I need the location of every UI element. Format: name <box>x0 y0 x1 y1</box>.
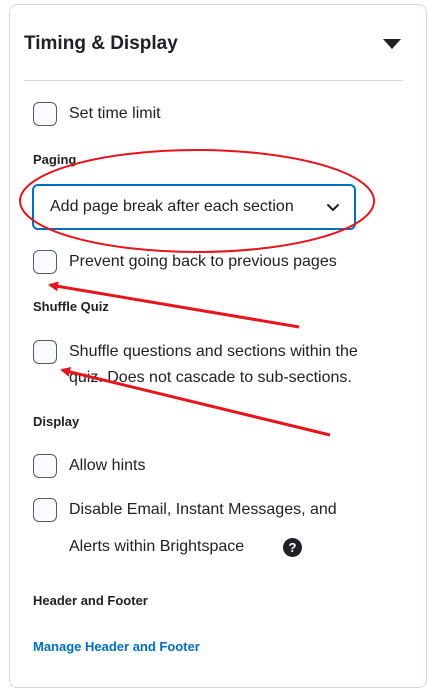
shuffle-questions-label-line1: Shuffle questions and sections within th… <box>69 343 358 360</box>
help-icon[interactable]: ? <box>283 538 302 557</box>
set-time-limit-checkbox[interactable] <box>33 102 57 126</box>
set-time-limit-label: Set time limit <box>69 105 161 122</box>
disable-email-label-line1: Disable Email, Instant Messages, and <box>69 501 337 518</box>
header-footer-section-label: Header and Footer <box>33 593 148 608</box>
shuffle-questions-checkbox[interactable] <box>33 340 57 364</box>
manage-header-footer-link[interactable]: Manage Header and Footer <box>33 639 200 654</box>
panel-title: Timing & Display <box>24 33 178 54</box>
disable-email-checkbox[interactable] <box>33 498 57 522</box>
allow-hints-label: Allow hints <box>69 457 146 474</box>
shuffle-quiz-section-label: Shuffle Quiz <box>33 299 109 314</box>
page-break-select-value: Add page break after each section <box>50 198 294 215</box>
paging-section-label: Paging <box>33 152 77 167</box>
chevron-down-icon <box>327 204 339 211</box>
divider <box>24 80 403 81</box>
page-break-select[interactable]: Add page break after each section <box>32 184 356 230</box>
prevent-going-back-checkbox[interactable] <box>33 250 57 274</box>
prevent-going-back-label: Prevent going back to previous pages <box>69 253 337 270</box>
shuffle-questions-label-line2: quiz. Does not cascade to sub-sections. <box>69 369 352 386</box>
allow-hints-checkbox[interactable] <box>33 454 57 478</box>
display-section-label: Display <box>33 414 80 429</box>
disable-email-label-line2: Alerts within Brightspace <box>69 538 245 555</box>
caret-down-icon[interactable] <box>383 39 401 49</box>
